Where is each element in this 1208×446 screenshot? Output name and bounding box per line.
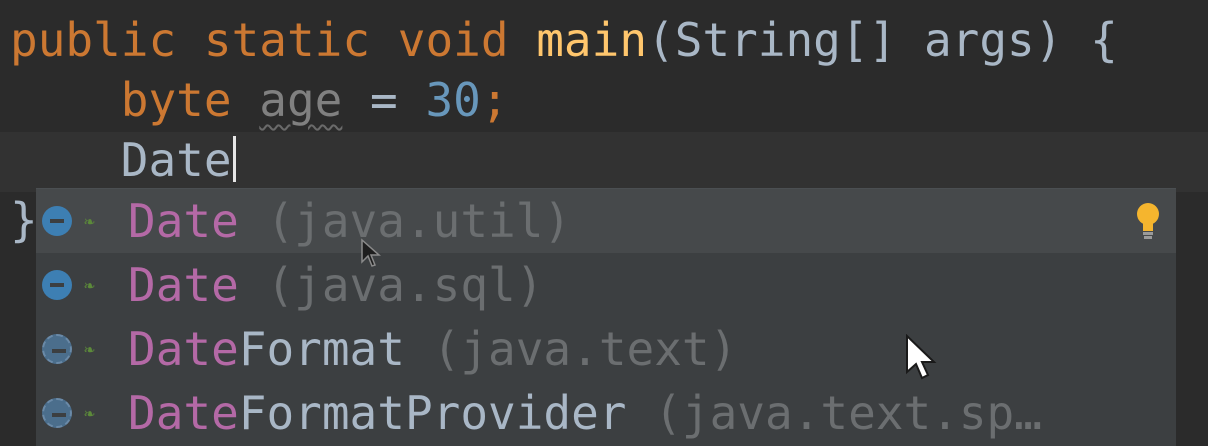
class-icon [42,206,72,236]
method-params: (String[] args) { [647,13,1118,67]
completion-package: (java.sql) [238,258,544,312]
cursor-icon [361,238,381,267]
text-caret [232,136,236,182]
completion-rest-text: Format [238,322,405,376]
completion-item-label: DateFormat (java.text) [128,317,737,381]
completion-match-text: Date [128,194,239,248]
class-icon [42,270,72,300]
abstract-class-icon [42,398,72,428]
code-line-byte-declaration[interactable]: byte age = 30; [10,70,509,130]
code-line-closing-brace[interactable]: } [10,190,38,250]
semicolon: ; [480,73,509,127]
completion-match-text: Date [128,322,239,376]
keyword-void: void [397,13,509,67]
code-line-typing[interactable]: Date [10,130,236,190]
mouse-pointer-icon [906,334,937,380]
method-name: main [536,13,648,67]
completion-match-text: Date [128,386,239,440]
keyword-public: public [10,13,177,67]
completion-item-date-java-sql[interactable]: ❧ Date (java.sql) [36,253,1176,317]
code-line-method-signature[interactable]: public static void main(String[] args) { [10,10,1118,70]
completion-package: (java.util) [238,194,572,248]
completion-item-date-java-util[interactable]: ❧ Date (java.util) [36,189,1176,253]
abstract-class-icon [42,334,72,364]
completion-item-label: Date (java.sql) [128,253,543,317]
completion-match-text: Date [128,258,239,312]
completion-rest-text: FormatProvider [238,386,627,440]
completion-package: (java.text) [404,322,738,376]
pin-icon: ❧ [84,211,95,232]
lightbulb-icon[interactable] [1136,201,1160,241]
keyword-byte: byte [120,73,232,127]
closing-brace: } [10,193,38,247]
typed-text: Date [120,133,232,187]
completion-item-dateformat[interactable]: ❧ DateFormat (java.text) [36,317,1176,381]
pin-icon: ❧ [84,275,95,296]
completion-package: (java.text.sp… [626,386,1042,440]
code-completion-popup[interactable]: ❧ Date (java.util) ❧ Date (java.sql) ❧ D… [36,188,1176,446]
code-editor[interactable]: public static void main(String[] args) {… [0,0,1208,446]
completion-item-dateformatprovider[interactable]: ❧ DateFormatProvider (java.text.sp… [36,381,1176,445]
completion-item-label: DateFormatProvider (java.text.sp… [128,381,1042,445]
number-literal: 30 [425,73,481,127]
unused-variable-age[interactable]: age [259,73,342,127]
completion-item-label: Date (java.util) [128,189,571,253]
keyword-static: static [203,13,371,67]
pin-icon: ❧ [84,403,95,424]
pin-icon: ❧ [84,339,95,360]
assign-operator: = [342,73,426,127]
